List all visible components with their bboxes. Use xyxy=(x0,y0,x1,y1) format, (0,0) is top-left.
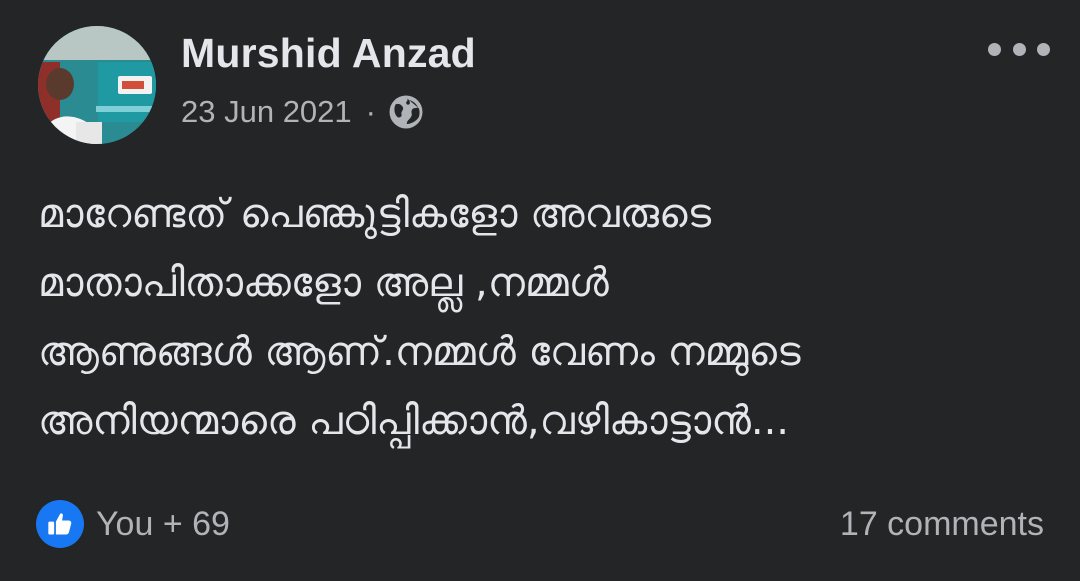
post-text: മാറേണ്ടത് പെണ്കുട്ടികളോ അവരുടെ മാതാപിതാക… xyxy=(38,180,1048,456)
reactions-label: You + 69 xyxy=(96,504,230,543)
reactions-summary[interactable]: You + 69 xyxy=(36,500,230,548)
post-text-line: ആണുങ്ങൾ ആണ്.നമ്മൾ വേണം നമ്മുടെ xyxy=(38,329,801,375)
comments-count[interactable]: 17 comments xyxy=(840,505,1044,544)
post-card: Murshid Anzad 23 Jun 2021 · മാറേണ്ടത് പെ… xyxy=(0,0,1080,581)
avatar[interactable] xyxy=(38,26,156,144)
post-meta: 23 Jun 2021 · xyxy=(181,94,424,130)
meta-separator: · xyxy=(365,94,376,129)
more-horizontal-icon-dot xyxy=(1037,42,1050,56)
post-date[interactable]: 23 Jun 2021 xyxy=(181,94,352,130)
post-footer: You + 69 17 comments xyxy=(36,496,1044,552)
globe-icon xyxy=(388,94,424,130)
more-options-button[interactable] xyxy=(988,34,1050,64)
post-text-line: മാറേണ്ടത് പെണ്കുട്ടികളോ അവരുടെ xyxy=(38,191,712,237)
avatar-photo xyxy=(38,26,156,144)
post-text-line[interactable]: അനിയന്മാരെ പഠിപ്പിക്കാൻ,വഴികാട്ടാൻ... xyxy=(38,387,1048,456)
post-text-line: മാതാപിതാക്കളോ അല്ല ,നമ്മൾ xyxy=(38,260,609,306)
like-icon xyxy=(36,500,84,548)
more-horizontal-icon-dot xyxy=(988,42,1001,56)
more-horizontal-icon-dot xyxy=(1012,42,1026,56)
post-header: Murshid Anzad 23 Jun 2021 · xyxy=(38,26,1050,146)
author-name[interactable]: Murshid Anzad xyxy=(181,30,476,77)
